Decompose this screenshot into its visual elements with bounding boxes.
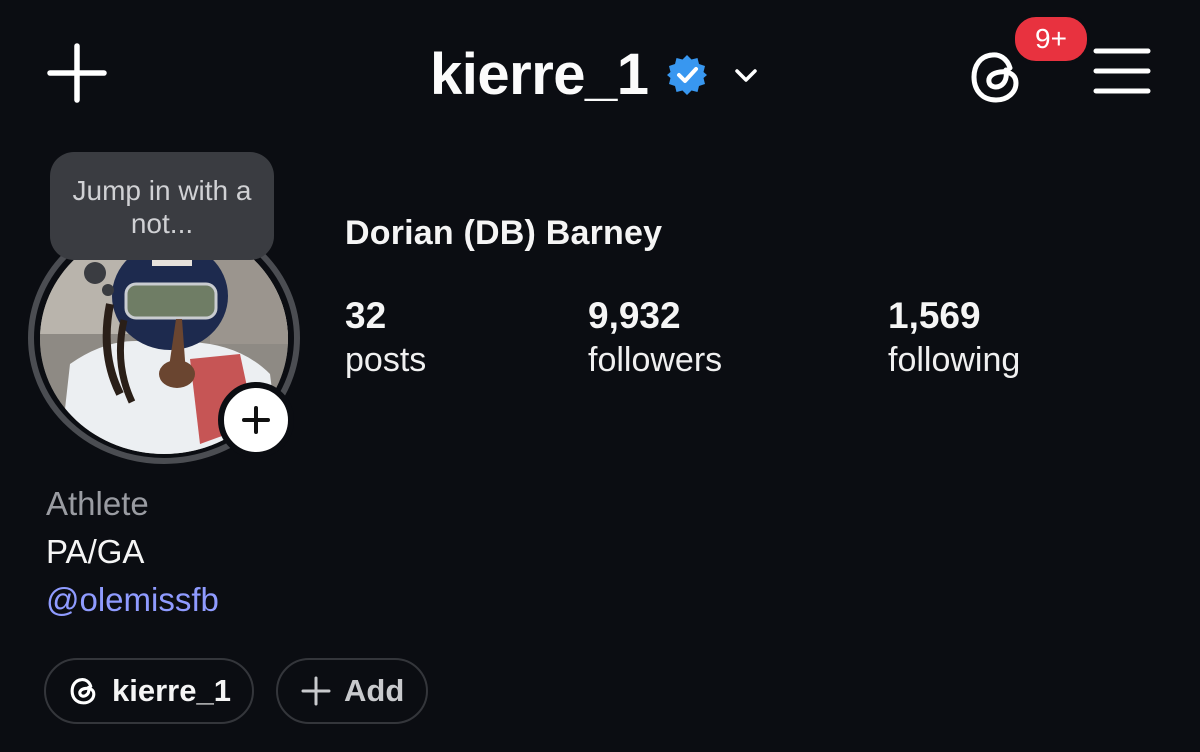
following-value: 1,569 [888,295,981,336]
note-bubble[interactable]: Jump in with a not... [50,152,274,260]
add-label: Add [344,673,405,708]
following-label: following [888,341,1021,379]
threads-profile-pill[interactable]: kierre_1 [44,658,254,724]
add-story-button[interactable] [218,382,294,458]
chevron-down-icon[interactable] [729,58,763,92]
posts-count[interactable]: 32 posts [345,294,426,382]
posts-value: 32 [345,295,387,336]
bio-location: PA/GA [46,533,145,570]
threads-icon [70,678,96,705]
plus-icon [242,406,270,434]
create-plus-icon[interactable] [44,40,110,106]
plus-icon [301,676,331,706]
profile-screen: kierre_1 9+ Jump in with a not... Dorian… [0,0,1200,752]
hamburger-menu-icon[interactable] [1092,44,1152,98]
notification-badge: 9+ [1012,14,1090,64]
verified-badge-icon [666,55,707,95]
followers-label: followers [588,341,723,379]
followers-value: 9,932 [588,295,681,336]
bio-mention-link[interactable]: @olemissfb [46,576,219,624]
bio: Athlete PA/GA @olemissfb [46,480,219,624]
account-switcher[interactable]: kierre_1 [430,40,763,110]
add-link-pill[interactable]: Add [276,658,428,724]
following-count[interactable]: 1,569 following [888,294,1020,382]
note-bubble-tail-small [102,284,114,296]
note-text: Jump in with a not... [72,175,252,239]
bio-category: Athlete [46,485,149,522]
posts-label: posts [345,341,427,379]
display-name: Dorian (DB) Barney [345,214,663,252]
username: kierre_1 [430,42,649,107]
top-bar: kierre_1 9+ [0,0,1200,150]
note-bubble-tail [84,262,106,284]
followers-count[interactable]: 9,932 followers [588,294,722,382]
threads-handle: kierre_1 [112,673,231,708]
